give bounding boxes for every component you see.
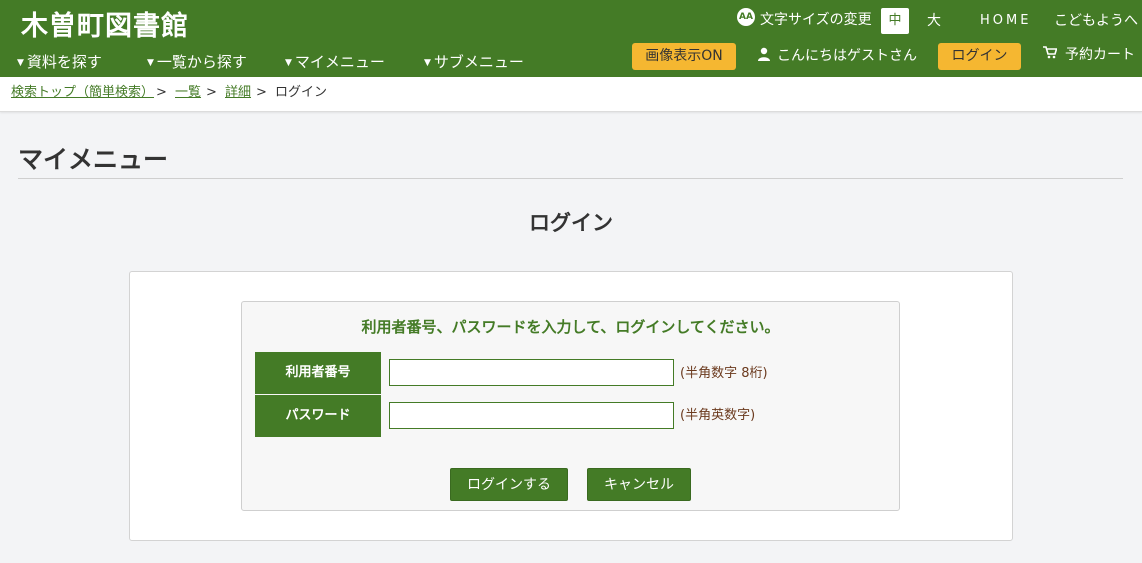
kids-link[interactable]: こどもようへ xyxy=(1054,8,1138,34)
login-submit-button[interactable]: ログインする xyxy=(450,468,568,501)
site-title[interactable]: 木曽町図書館 xyxy=(21,4,189,43)
caret-down-icon: ▼ xyxy=(424,58,431,68)
login-section-title: ログイン xyxy=(529,211,613,235)
breadcrumb-separator: > xyxy=(156,85,167,100)
user-id-hint: (半角数字 8桁) xyxy=(680,366,768,381)
breadcrumb-list[interactable]: 一覧 xyxy=(175,85,201,101)
font-size-label: 文字サイズの変更 xyxy=(760,12,872,28)
user-id-label: 利用者番号 xyxy=(255,352,381,394)
caret-down-icon: ▼ xyxy=(147,58,154,68)
nav-label: 資料を探す xyxy=(26,53,102,71)
breadcrumb-current: ログイン xyxy=(275,85,328,100)
password-hint: (半角英数字) xyxy=(680,408,756,423)
password-input[interactable] xyxy=(389,402,674,429)
cancel-button[interactable]: キャンセル xyxy=(587,468,691,501)
caret-down-icon: ▼ xyxy=(17,58,24,68)
font-size-icon: AA xyxy=(737,8,755,26)
breadcrumb-separator: > xyxy=(206,85,217,100)
cart-label: 予約カート xyxy=(1065,47,1135,63)
user-icon xyxy=(758,47,770,61)
nav-search-materials[interactable]: ▼ 資料を探す xyxy=(17,51,102,74)
guest-greeting: こんにちはゲストさん xyxy=(757,44,917,68)
nav-sub-menu[interactable]: ▼ サブメニュー xyxy=(424,51,524,74)
breadcrumb-separator: > xyxy=(256,85,267,100)
nav-label: サブメニュー xyxy=(433,53,524,71)
login-instruction: 利用者番号、パスワードを入力して、ログインしてください。 xyxy=(361,318,780,336)
nav-label: マイメニュー xyxy=(294,53,385,71)
heading-divider xyxy=(18,178,1123,179)
font-size-medium-button[interactable]: 中 xyxy=(881,8,909,34)
caret-down-icon: ▼ xyxy=(285,58,292,68)
greeting-text: こんにちはゲストさん xyxy=(777,48,917,64)
site-header: 木曽町図書館 AA 文字サイズの変更 中 大 HOME こどもようへ ▼ 資料を探… xyxy=(0,0,1142,77)
image-display-toggle-button[interactable]: 画像表示ON xyxy=(632,43,736,70)
breadcrumb: 検索トップ（簡単検索） > 一覧 > 詳細 > ログイン xyxy=(0,77,1142,112)
cart-icon xyxy=(1043,46,1057,59)
user-id-input[interactable] xyxy=(389,359,674,386)
breadcrumb-search-top[interactable]: 検索トップ（簡単検索） xyxy=(11,85,154,101)
nav-label: 一覧から探す xyxy=(156,53,247,71)
nav-browse-lists[interactable]: ▼ 一覧から探す xyxy=(147,51,247,74)
font-size-large-button[interactable]: 大 xyxy=(927,8,941,34)
password-label: パスワード xyxy=(255,395,381,437)
reservation-cart-link[interactable]: 予約カート xyxy=(1043,44,1135,66)
breadcrumb-detail[interactable]: 詳細 xyxy=(225,85,251,101)
nav-my-menu[interactable]: ▼ マイメニュー xyxy=(285,51,385,74)
home-link[interactable]: HOME xyxy=(980,8,1031,34)
header-login-button[interactable]: ログイン xyxy=(938,43,1021,70)
page-title: マイメニュー xyxy=(18,145,169,174)
